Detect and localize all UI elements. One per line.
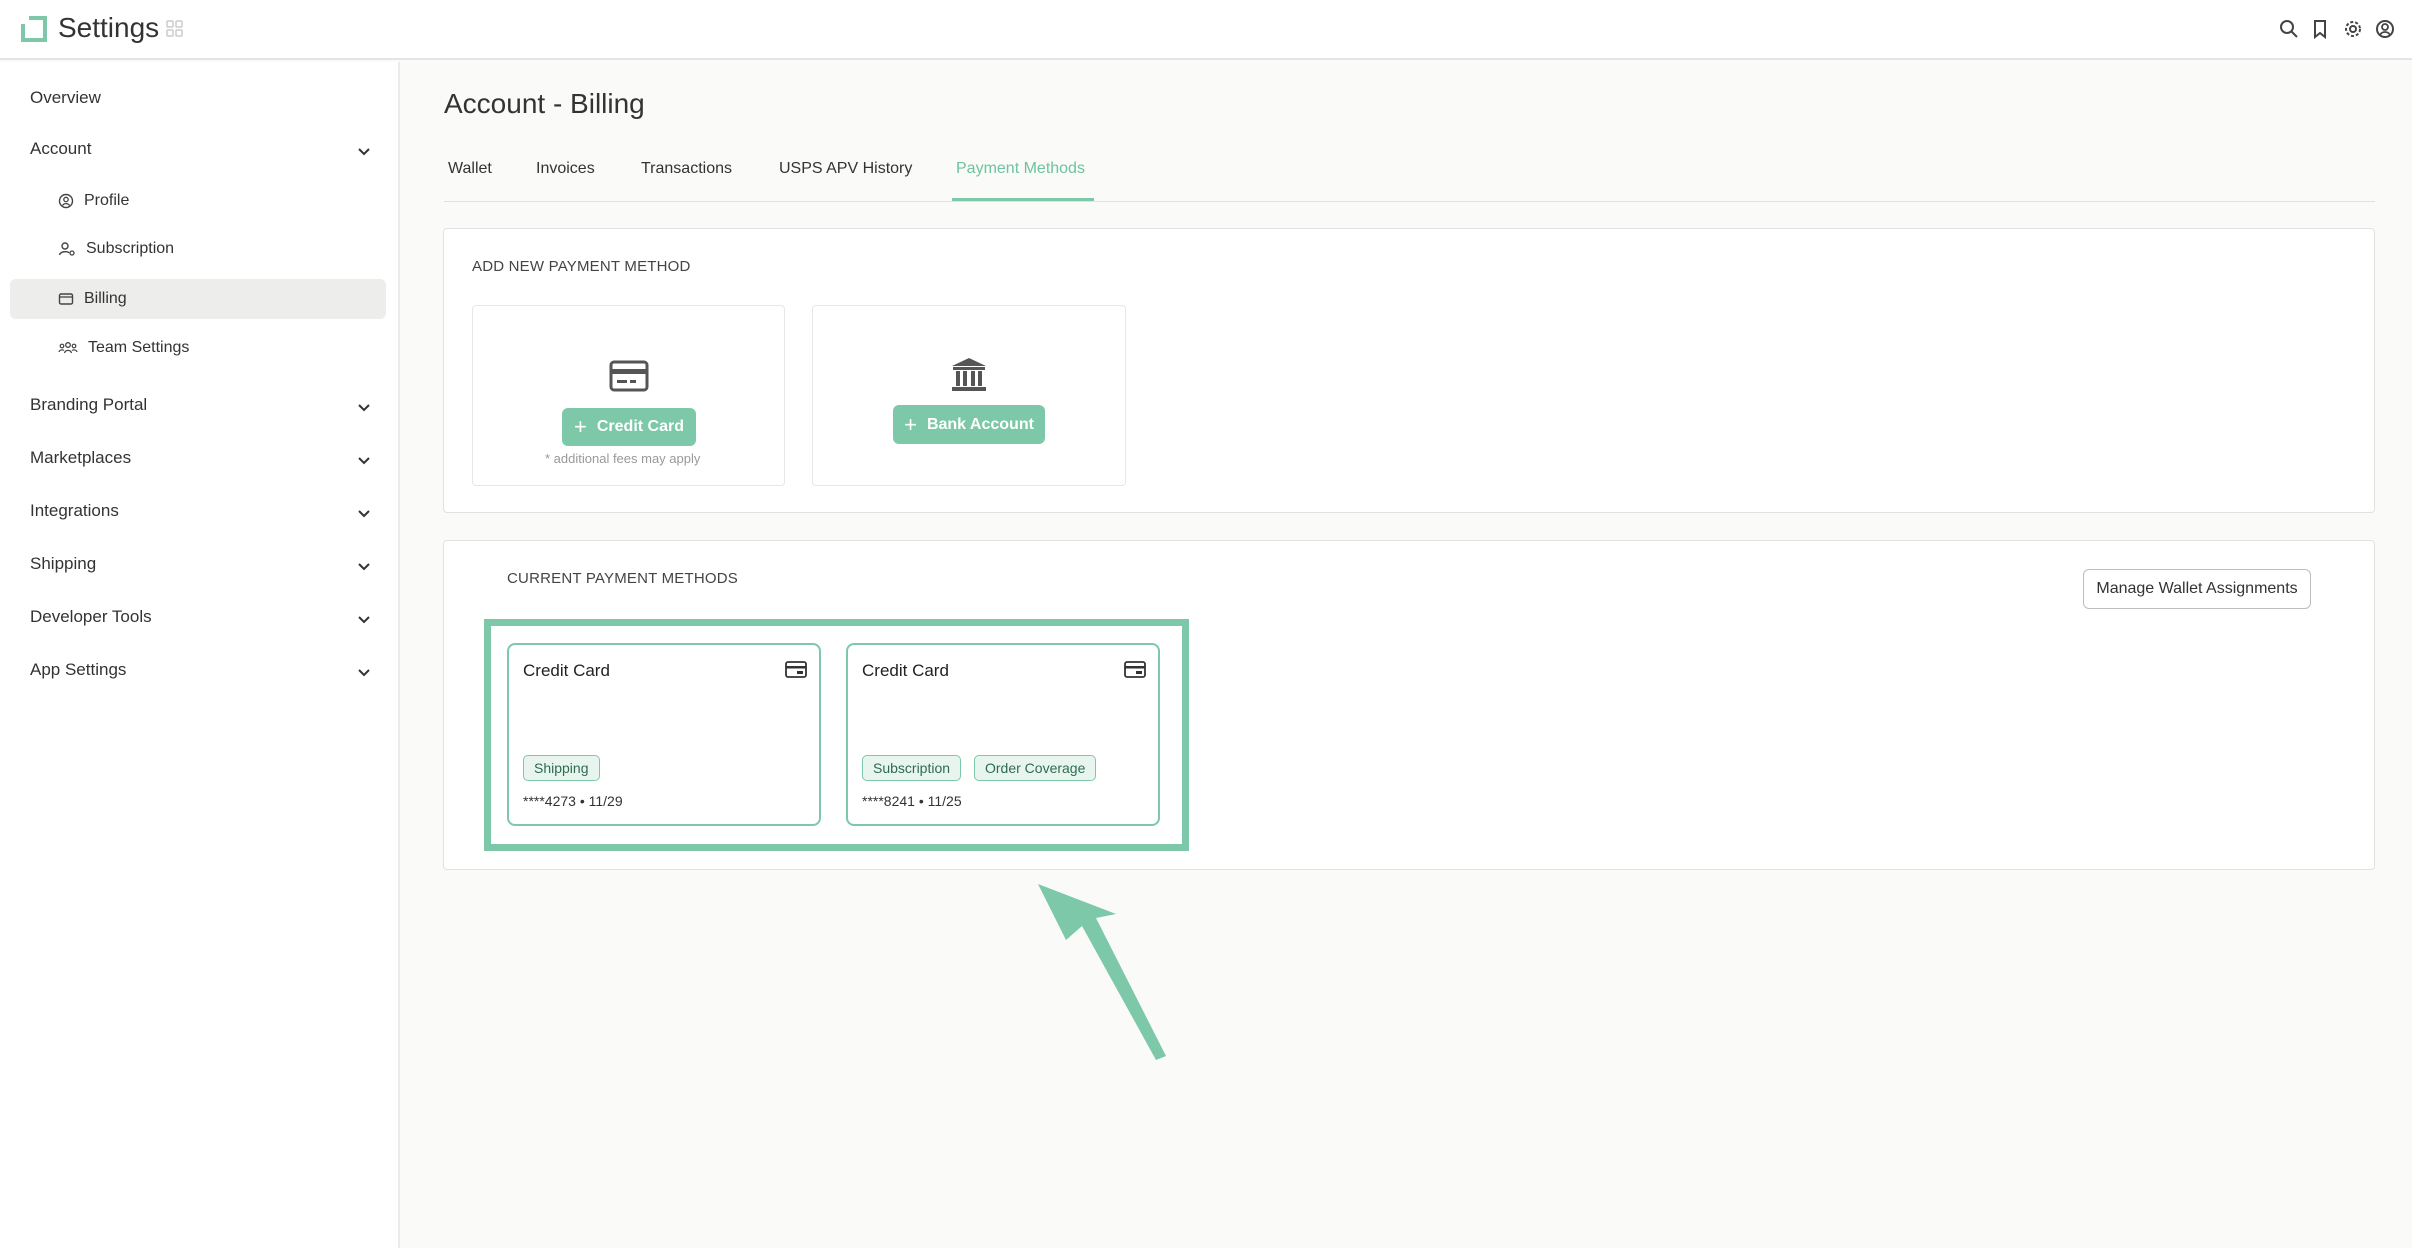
sidebar-item-overview[interactable]: Overview <box>30 88 101 108</box>
credit-card-option: + Credit Card * additional fees may appl… <box>472 305 785 486</box>
button-label: Bank Account <box>926 415 1034 433</box>
sidebar-item-marketplaces[interactable]: Marketplaces <box>30 448 131 468</box>
gear-icon[interactable] <box>2342 18 2364 40</box>
logo-icon <box>21 16 47 42</box>
manage-wallet-assignments-button[interactable]: Manage Wallet Assignments <box>2083 569 2311 609</box>
plus-icon: + <box>574 414 587 439</box>
annotation-arrow-icon <box>1038 884 1166 1060</box>
payment-method-card[interactable]: Credit Card Subscription Order Coverage … <box>846 643 1160 826</box>
sidebar-item-label: Team Settings <box>88 339 190 356</box>
page-title: Account - Billing <box>444 88 645 119</box>
sidebar: Overview Account Profile Subscription Bi… <box>0 62 400 1248</box>
sidebar-item-profile[interactable]: Profile <box>58 189 129 213</box>
top-bar: Settings <box>0 0 2412 60</box>
user-account-icon[interactable] <box>2374 18 2396 40</box>
payment-method-card[interactable]: Credit Card Shipping ****4273 • 11/29 <box>507 643 821 826</box>
card-type-icon <box>785 661 807 678</box>
tab-wallet[interactable]: Wallet <box>448 160 492 178</box>
bank-icon <box>952 358 986 391</box>
card-number: ****8241 • 11/25 <box>862 793 962 809</box>
tab-invoices[interactable]: Invoices <box>536 160 595 178</box>
chevron-down-icon[interactable] <box>354 450 374 470</box>
wallet-icon <box>58 293 74 305</box>
plus-icon: + <box>904 411 917 437</box>
sidebar-item-label: Profile <box>84 192 130 209</box>
chevron-down-icon[interactable] <box>354 662 374 682</box>
sidebar-item-shipping[interactable]: Shipping <box>30 554 96 574</box>
card-title: Credit Card <box>523 661 610 680</box>
credit-card-icon <box>609 360 649 392</box>
wallet-tag: Subscription <box>862 755 962 781</box>
card-type-icon <box>1124 661 1146 678</box>
add-credit-card-button[interactable]: + Credit Card <box>562 408 696 446</box>
tab-usps-apv-history[interactable]: USPS APV History <box>779 160 912 178</box>
chevron-down-icon[interactable] <box>354 556 374 576</box>
team-icon <box>58 342 78 354</box>
chevron-down-icon[interactable] <box>354 609 374 629</box>
sidebar-item-developer-tools[interactable]: Developer Tools <box>30 607 152 627</box>
add-bank-account-button[interactable]: + Bank Account <box>893 405 1045 444</box>
app-title: Settings <box>58 12 160 43</box>
section-label: CURRENT PAYMENT METHODS <box>507 570 739 587</box>
sidebar-item-account[interactable]: Account <box>30 139 91 159</box>
fee-note: * additional fees may apply <box>545 451 701 466</box>
sidebar-item-app-settings[interactable]: App Settings <box>30 660 126 680</box>
bookmark-icon[interactable] <box>2309 18 2331 40</box>
wallet-tag: Order Coverage <box>974 755 1097 781</box>
sidebar-item-team-settings[interactable]: Team Settings <box>58 336 189 360</box>
tab-transactions[interactable]: Transactions <box>641 160 732 178</box>
sidebar-item-billing[interactable]: Billing <box>58 287 127 311</box>
chevron-up-icon[interactable] <box>354 141 374 161</box>
apps-grid-icon[interactable] <box>166 20 184 38</box>
search-icon[interactable] <box>2278 18 2300 40</box>
sidebar-item-branding-portal[interactable]: Branding Portal <box>30 395 147 415</box>
chevron-down-icon[interactable] <box>354 503 374 523</box>
wallet-tag: Shipping <box>523 755 600 781</box>
tab-bar: Wallet Invoices Transactions USPS APV Hi… <box>444 150 2375 202</box>
card-title: Credit Card <box>862 661 949 680</box>
user-circle-icon <box>58 193 74 209</box>
tab-payment-methods[interactable]: Payment Methods <box>956 160 1085 178</box>
sidebar-item-integrations[interactable]: Integrations <box>30 501 119 521</box>
sidebar-item-label: Billing <box>84 290 127 307</box>
user-settings-icon <box>58 242 75 256</box>
card-number: ****4273 • 11/29 <box>523 793 623 809</box>
section-label: ADD NEW PAYMENT METHOD <box>472 258 691 275</box>
sidebar-item-subscription[interactable]: Subscription <box>58 237 174 261</box>
chevron-down-icon[interactable] <box>354 397 374 417</box>
add-payment-method-panel: ADD NEW PAYMENT METHOD + Credit Card * a… <box>443 228 2375 513</box>
button-label: Credit Card <box>596 418 684 435</box>
sidebar-item-label: Subscription <box>86 240 175 257</box>
active-tab-indicator <box>952 198 1094 201</box>
bank-account-option: + Bank Account <box>812 305 1126 486</box>
